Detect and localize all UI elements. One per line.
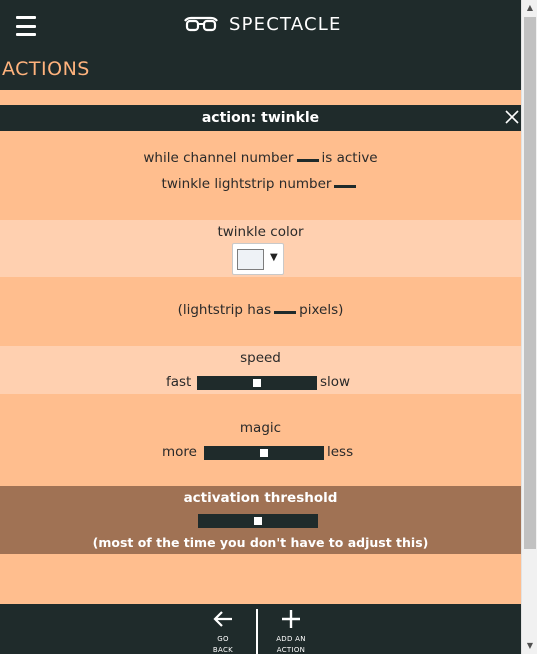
go-back-label-2: BACK bbox=[212, 646, 234, 654]
threshold-slider-thumb[interactable] bbox=[254, 517, 262, 525]
arrow-left-icon bbox=[213, 611, 232, 627]
close-icon[interactable] bbox=[504, 109, 520, 125]
color-swatch bbox=[237, 249, 264, 270]
scrollbar-thumb[interactable] bbox=[524, 17, 536, 549]
scrollbar[interactable]: ▲ ▼ bbox=[521, 0, 537, 654]
magic-slider[interactable] bbox=[204, 446, 324, 460]
color-label: twinkle color bbox=[217, 224, 304, 240]
speed-slider[interactable] bbox=[197, 376, 317, 390]
scroll-down-arrow-icon[interactable]: ▼ bbox=[522, 638, 537, 654]
lightstrip-number-input[interactable] bbox=[334, 178, 357, 188]
color-picker[interactable]: ▼ bbox=[232, 243, 284, 275]
magic-label: magic bbox=[239, 420, 282, 436]
action-title: action: twinkle bbox=[201, 110, 320, 126]
go-back-label-1: GO bbox=[217, 635, 229, 643]
magic-slider-thumb[interactable] bbox=[260, 449, 268, 457]
add-action-label-1: ADD AN bbox=[276, 635, 306, 643]
speed-section: speed fast slow bbox=[0, 346, 521, 394]
threshold-section: activation threshold (most of the time y… bbox=[0, 486, 521, 554]
page-title: ACTIONS bbox=[2, 58, 90, 80]
speed-slider-thumb[interactable] bbox=[253, 379, 261, 387]
speed-right-label: slow bbox=[320, 374, 351, 390]
speed-left-label: fast bbox=[166, 374, 192, 390]
plus-icon bbox=[282, 610, 300, 628]
spacer-section bbox=[0, 554, 521, 604]
channel-number-input[interactable] bbox=[296, 152, 319, 162]
add-action-label-2: ACTION bbox=[276, 646, 306, 654]
dropdown-arrow-icon: ▼ bbox=[270, 252, 278, 263]
threshold-note: (most of the time you don't have to adju… bbox=[92, 535, 429, 550]
threshold-label: activation threshold bbox=[183, 490, 338, 506]
bottom-nav: GO BACK ADD AN ACTION bbox=[0, 604, 521, 654]
glasses-logo-icon bbox=[184, 16, 218, 31]
brand-name: SPECTACLE bbox=[229, 14, 342, 35]
nav-divider bbox=[256, 609, 258, 654]
top-bar: SPECTACLE ACTIONS bbox=[0, 0, 521, 90]
action-panel-header: action: twinkle bbox=[0, 105, 521, 131]
pixels-section: (lightstrip has pixels) bbox=[0, 277, 521, 346]
brand: SPECTACLE bbox=[183, 14, 342, 35]
trigger-section: while channel number is active twinkle li… bbox=[0, 131, 521, 220]
magic-right-label: less bbox=[327, 444, 354, 460]
magic-section: magic more less bbox=[0, 394, 521, 486]
speed-label: speed bbox=[240, 350, 281, 366]
pixel-count-input[interactable] bbox=[274, 304, 297, 314]
go-back-button[interactable]: GO BACK bbox=[201, 608, 245, 654]
threshold-slider[interactable] bbox=[198, 514, 318, 528]
pixels-before: (lightstrip has bbox=[177, 302, 272, 318]
trigger-line1-before: while channel number bbox=[143, 150, 294, 166]
pixels-after: pixels) bbox=[299, 302, 344, 318]
trigger-line2: twinkle lightstrip number bbox=[161, 176, 332, 192]
scroll-up-arrow-icon[interactable]: ▲ bbox=[522, 0, 537, 16]
hamburger-menu-icon[interactable] bbox=[16, 16, 36, 36]
add-action-button[interactable]: ADD AN ACTION bbox=[269, 608, 313, 654]
trigger-line1-after: is active bbox=[321, 150, 378, 166]
magic-left-label: more bbox=[162, 444, 197, 460]
